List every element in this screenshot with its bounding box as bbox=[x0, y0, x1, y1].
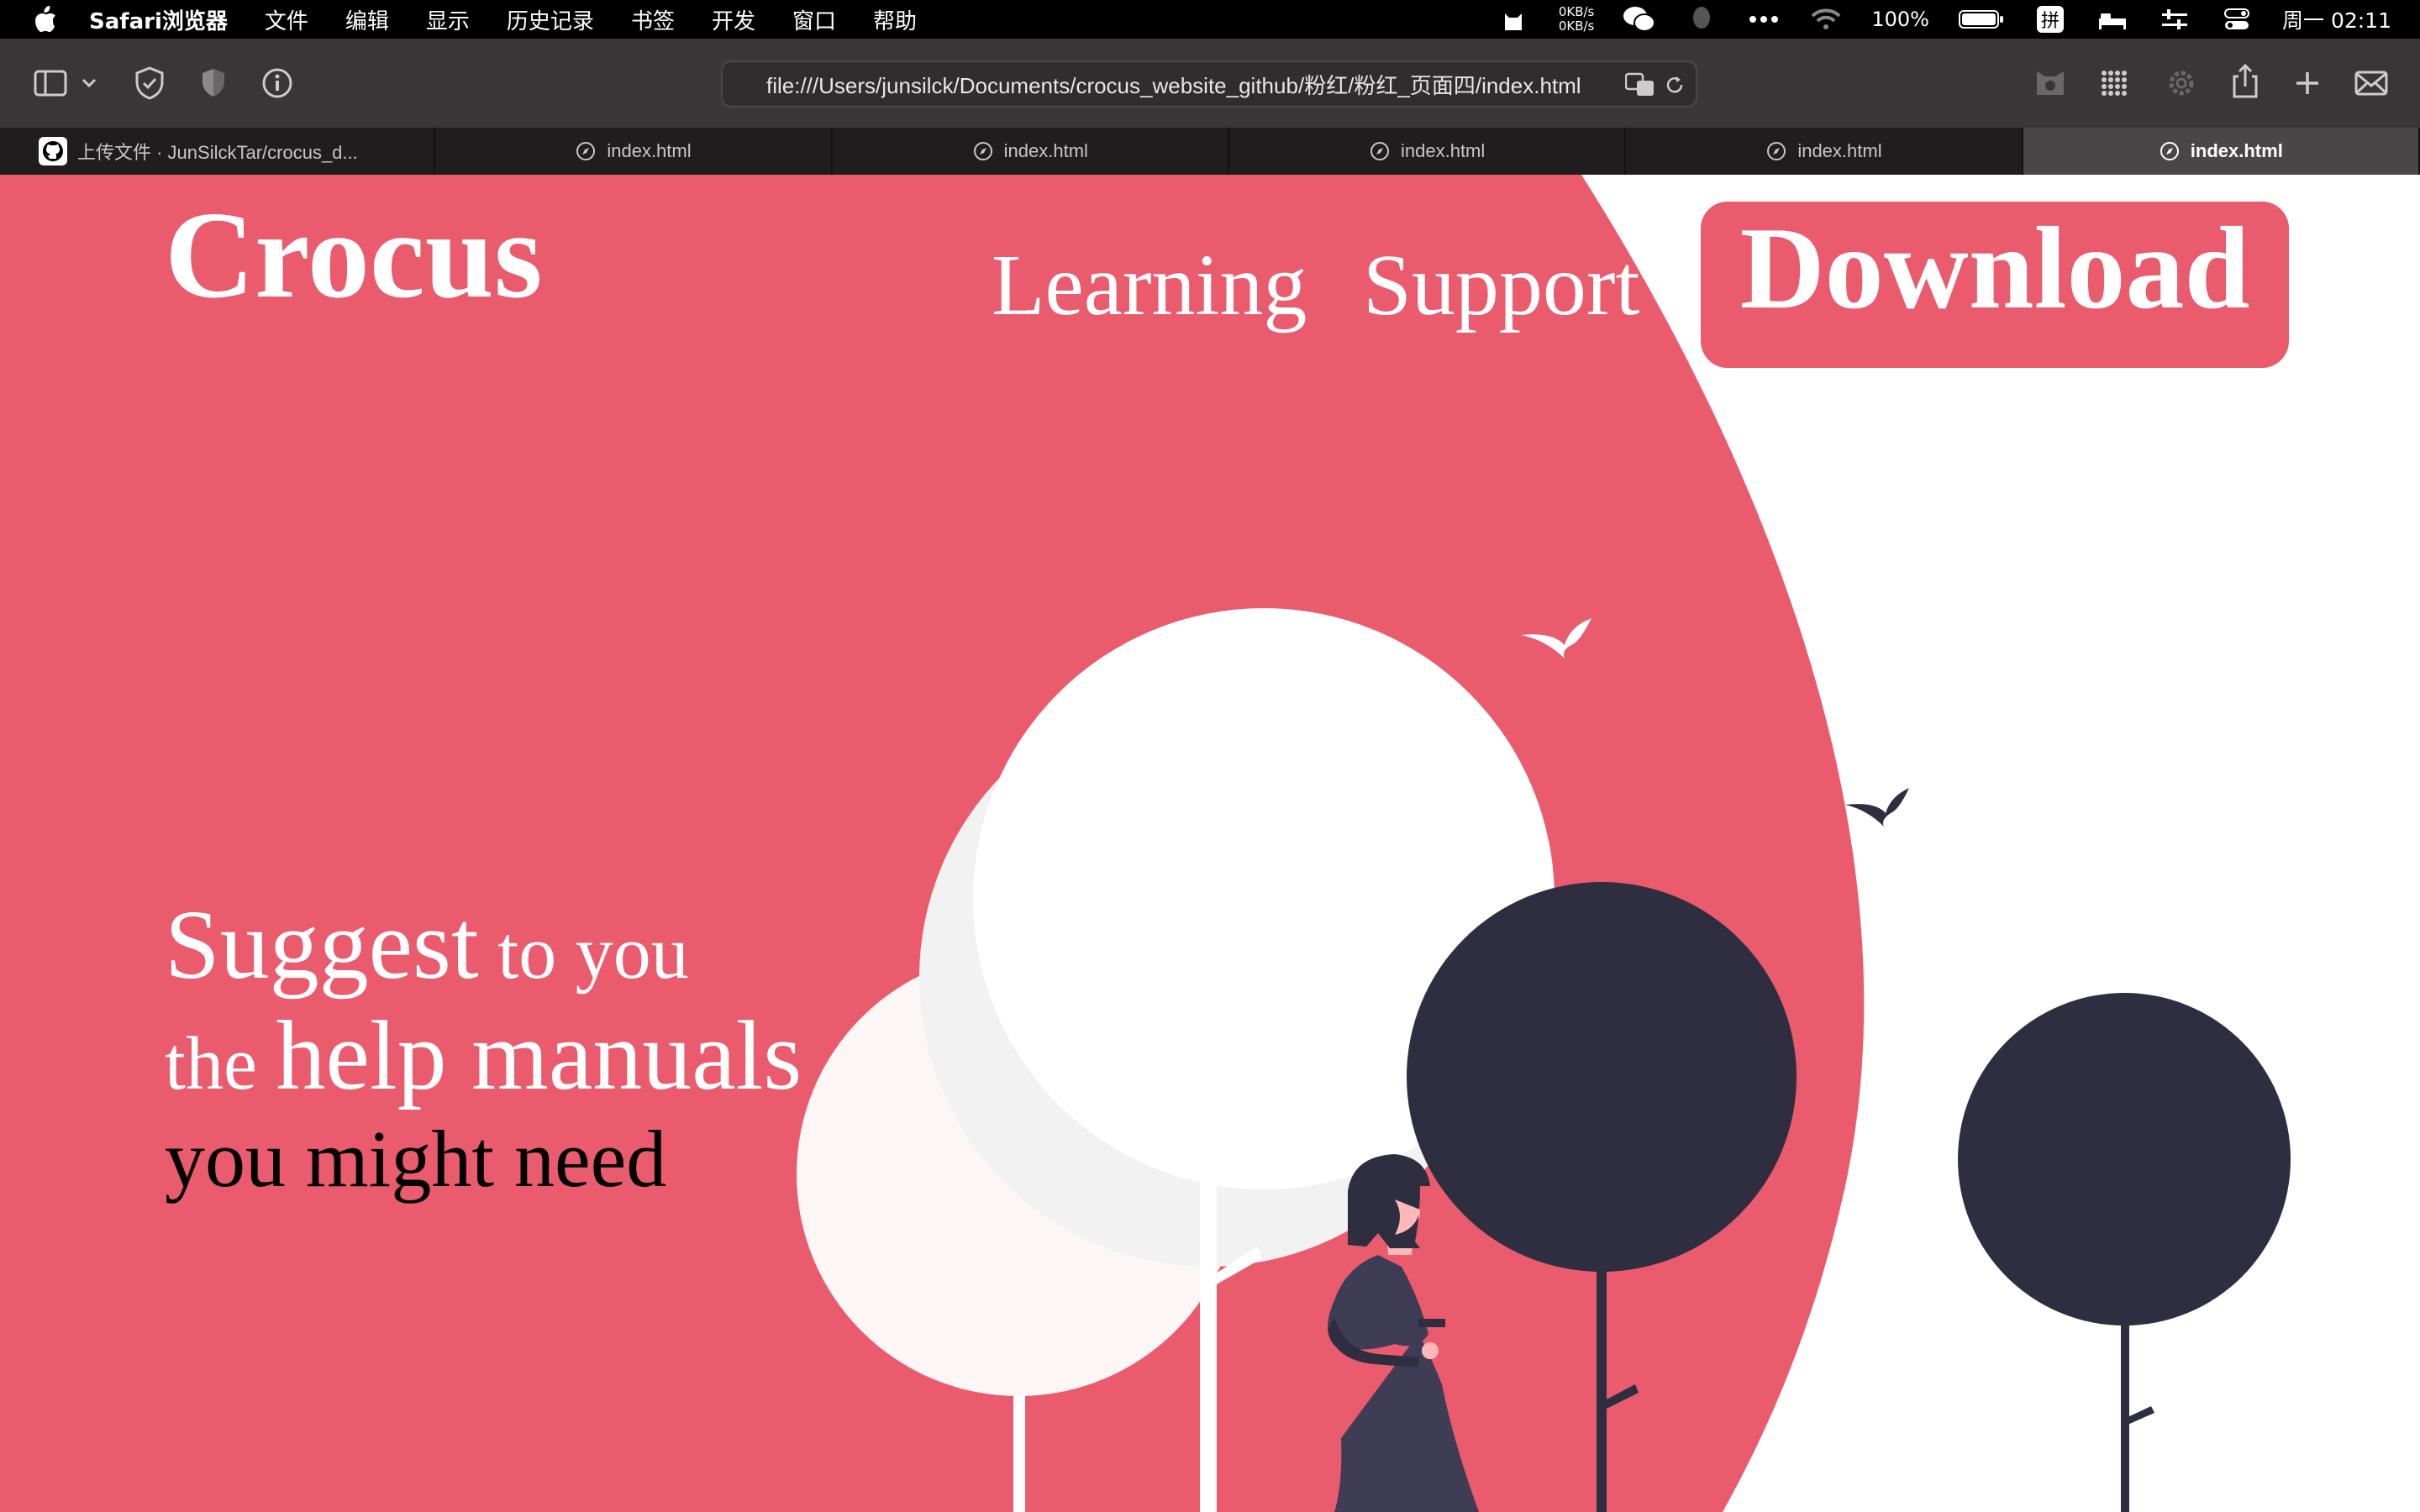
extension-icon[interactable] bbox=[2032, 65, 2069, 102]
qq-icon[interactable] bbox=[1685, 3, 1718, 36]
translate-icon[interactable] bbox=[1624, 72, 1655, 103]
headline-suggest: Suggest bbox=[165, 890, 479, 1000]
wechat-icon[interactable] bbox=[1623, 3, 1656, 36]
wifi-icon[interactable] bbox=[1809, 3, 1843, 36]
tree-crown bbox=[1958, 993, 2291, 1326]
tab-label: index.html bbox=[607, 140, 692, 161]
compass-icon bbox=[1765, 140, 1787, 162]
share-icon[interactable] bbox=[2227, 62, 2264, 99]
battery-percent: 100% bbox=[1871, 8, 1929, 31]
input-method-icon[interactable]: 拼 bbox=[2033, 3, 2067, 36]
more-icon[interactable] bbox=[1747, 3, 1781, 36]
tab-label: index.html bbox=[1797, 140, 1882, 161]
sliders-icon[interactable] bbox=[2158, 3, 2191, 36]
download-button[interactable]: Download bbox=[1701, 202, 2289, 368]
battery-icon[interactable] bbox=[1958, 3, 2005, 36]
compass-icon bbox=[2159, 140, 2181, 162]
hero-illustration bbox=[0, 175, 2291, 1512]
chevron-down-icon[interactable] bbox=[77, 65, 101, 102]
github-icon bbox=[39, 137, 67, 165]
tab-index-4[interactable]: index.html bbox=[1626, 128, 2023, 175]
headline-the: the bbox=[165, 1022, 276, 1105]
apple-menu-icon[interactable] bbox=[29, 3, 62, 36]
tab-label: index.html bbox=[1003, 140, 1088, 161]
nav-learning-link[interactable]: Learning bbox=[992, 242, 1307, 329]
tab-label: index.html bbox=[1401, 140, 1486, 161]
menu-develop[interactable]: 开发 bbox=[712, 4, 755, 35]
tab-label: index.html bbox=[2190, 140, 2283, 161]
menu-app-name[interactable]: Safari浏览器 bbox=[89, 4, 228, 35]
compass-icon bbox=[972, 140, 994, 162]
shield-check-icon[interactable] bbox=[131, 65, 168, 102]
svg-text:拼: 拼 bbox=[2041, 11, 2060, 32]
web-page: Crocus Learning Support Download Suggest… bbox=[0, 175, 2420, 1512]
compass-icon bbox=[575, 140, 597, 162]
net-up: 0KB/s bbox=[1558, 4, 1595, 19]
privacy-shield-icon[interactable] bbox=[195, 65, 232, 102]
menu-file[interactable]: 文件 bbox=[265, 4, 308, 35]
safari-toolbar: file:///Users/junsilck/Documents/crocus_… bbox=[0, 39, 2420, 128]
tab-label: 上传文件 · JunSilckTar/crocus_d... bbox=[77, 142, 358, 163]
tab-github[interactable]: 上传文件 · JunSilckTar/crocus_d... bbox=[0, 128, 436, 175]
tree-trunk bbox=[1597, 1233, 1607, 1512]
net-down: 0KB/s bbox=[1558, 18, 1595, 34]
cat-icon[interactable] bbox=[1497, 3, 1530, 36]
compass-icon bbox=[1369, 140, 1391, 162]
gear-icon[interactable] bbox=[2163, 65, 2200, 102]
bird-icon bbox=[1845, 788, 1909, 827]
clock[interactable]: 周一 02:11 bbox=[2282, 4, 2391, 34]
address-bar[interactable]: file:///Users/junsilck/Documents/crocus_… bbox=[721, 60, 1697, 108]
sidebar-toggle-icon[interactable] bbox=[32, 65, 69, 102]
tab-index-1[interactable]: index.html bbox=[435, 128, 833, 175]
url-text[interactable]: file:///Users/junsilck/Documents/crocus_… bbox=[766, 69, 1607, 100]
menu-window[interactable]: 窗口 bbox=[792, 4, 836, 35]
menu-history[interactable]: 历史记录 bbox=[507, 4, 594, 35]
mail-icon[interactable] bbox=[2353, 65, 2390, 102]
headline-to-you: to you bbox=[478, 911, 689, 995]
control-center-icon[interactable] bbox=[2220, 3, 2254, 36]
tab-index-active[interactable]: index.html bbox=[2023, 128, 2420, 175]
menu-view[interactable]: 显示 bbox=[426, 4, 470, 35]
bed-icon[interactable] bbox=[2096, 3, 2129, 36]
tree-branch bbox=[2126, 1406, 2154, 1425]
reload-icon[interactable] bbox=[1664, 74, 1686, 102]
grid-icon[interactable] bbox=[2096, 65, 2133, 102]
menu-bookmarks[interactable]: 书签 bbox=[631, 4, 675, 35]
tab-bar: 上传文件 · JunSilckTar/crocus_d... index.htm… bbox=[0, 128, 2420, 175]
tab-index-3[interactable]: index.html bbox=[1229, 128, 1627, 175]
headline-line-3: you might need bbox=[165, 1114, 667, 1204]
headline-line-1: Suggest to you bbox=[165, 895, 689, 995]
menu-help[interactable]: 帮助 bbox=[873, 4, 917, 35]
headline-line-2: the help manuals bbox=[165, 1006, 802, 1105]
tab-index-2[interactable]: index.html bbox=[833, 128, 1229, 175]
menu-edit[interactable]: 编辑 bbox=[345, 4, 389, 35]
headline-help-manuals: help manuals bbox=[276, 1000, 802, 1110]
new-tab-icon[interactable] bbox=[2289, 65, 2326, 102]
network-speed: 0KB/s 0KB/s bbox=[1559, 5, 1595, 34]
menu-bar: Safari浏览器 文件 编辑 显示 历史记录 书签 开发 窗口 帮助 0KB/… bbox=[0, 0, 2420, 39]
site-logo[interactable]: Crocus bbox=[165, 193, 543, 318]
nav-support-link[interactable]: Support bbox=[1363, 242, 1639, 329]
info-icon[interactable] bbox=[259, 65, 296, 102]
tree-crown bbox=[1407, 882, 1797, 1272]
